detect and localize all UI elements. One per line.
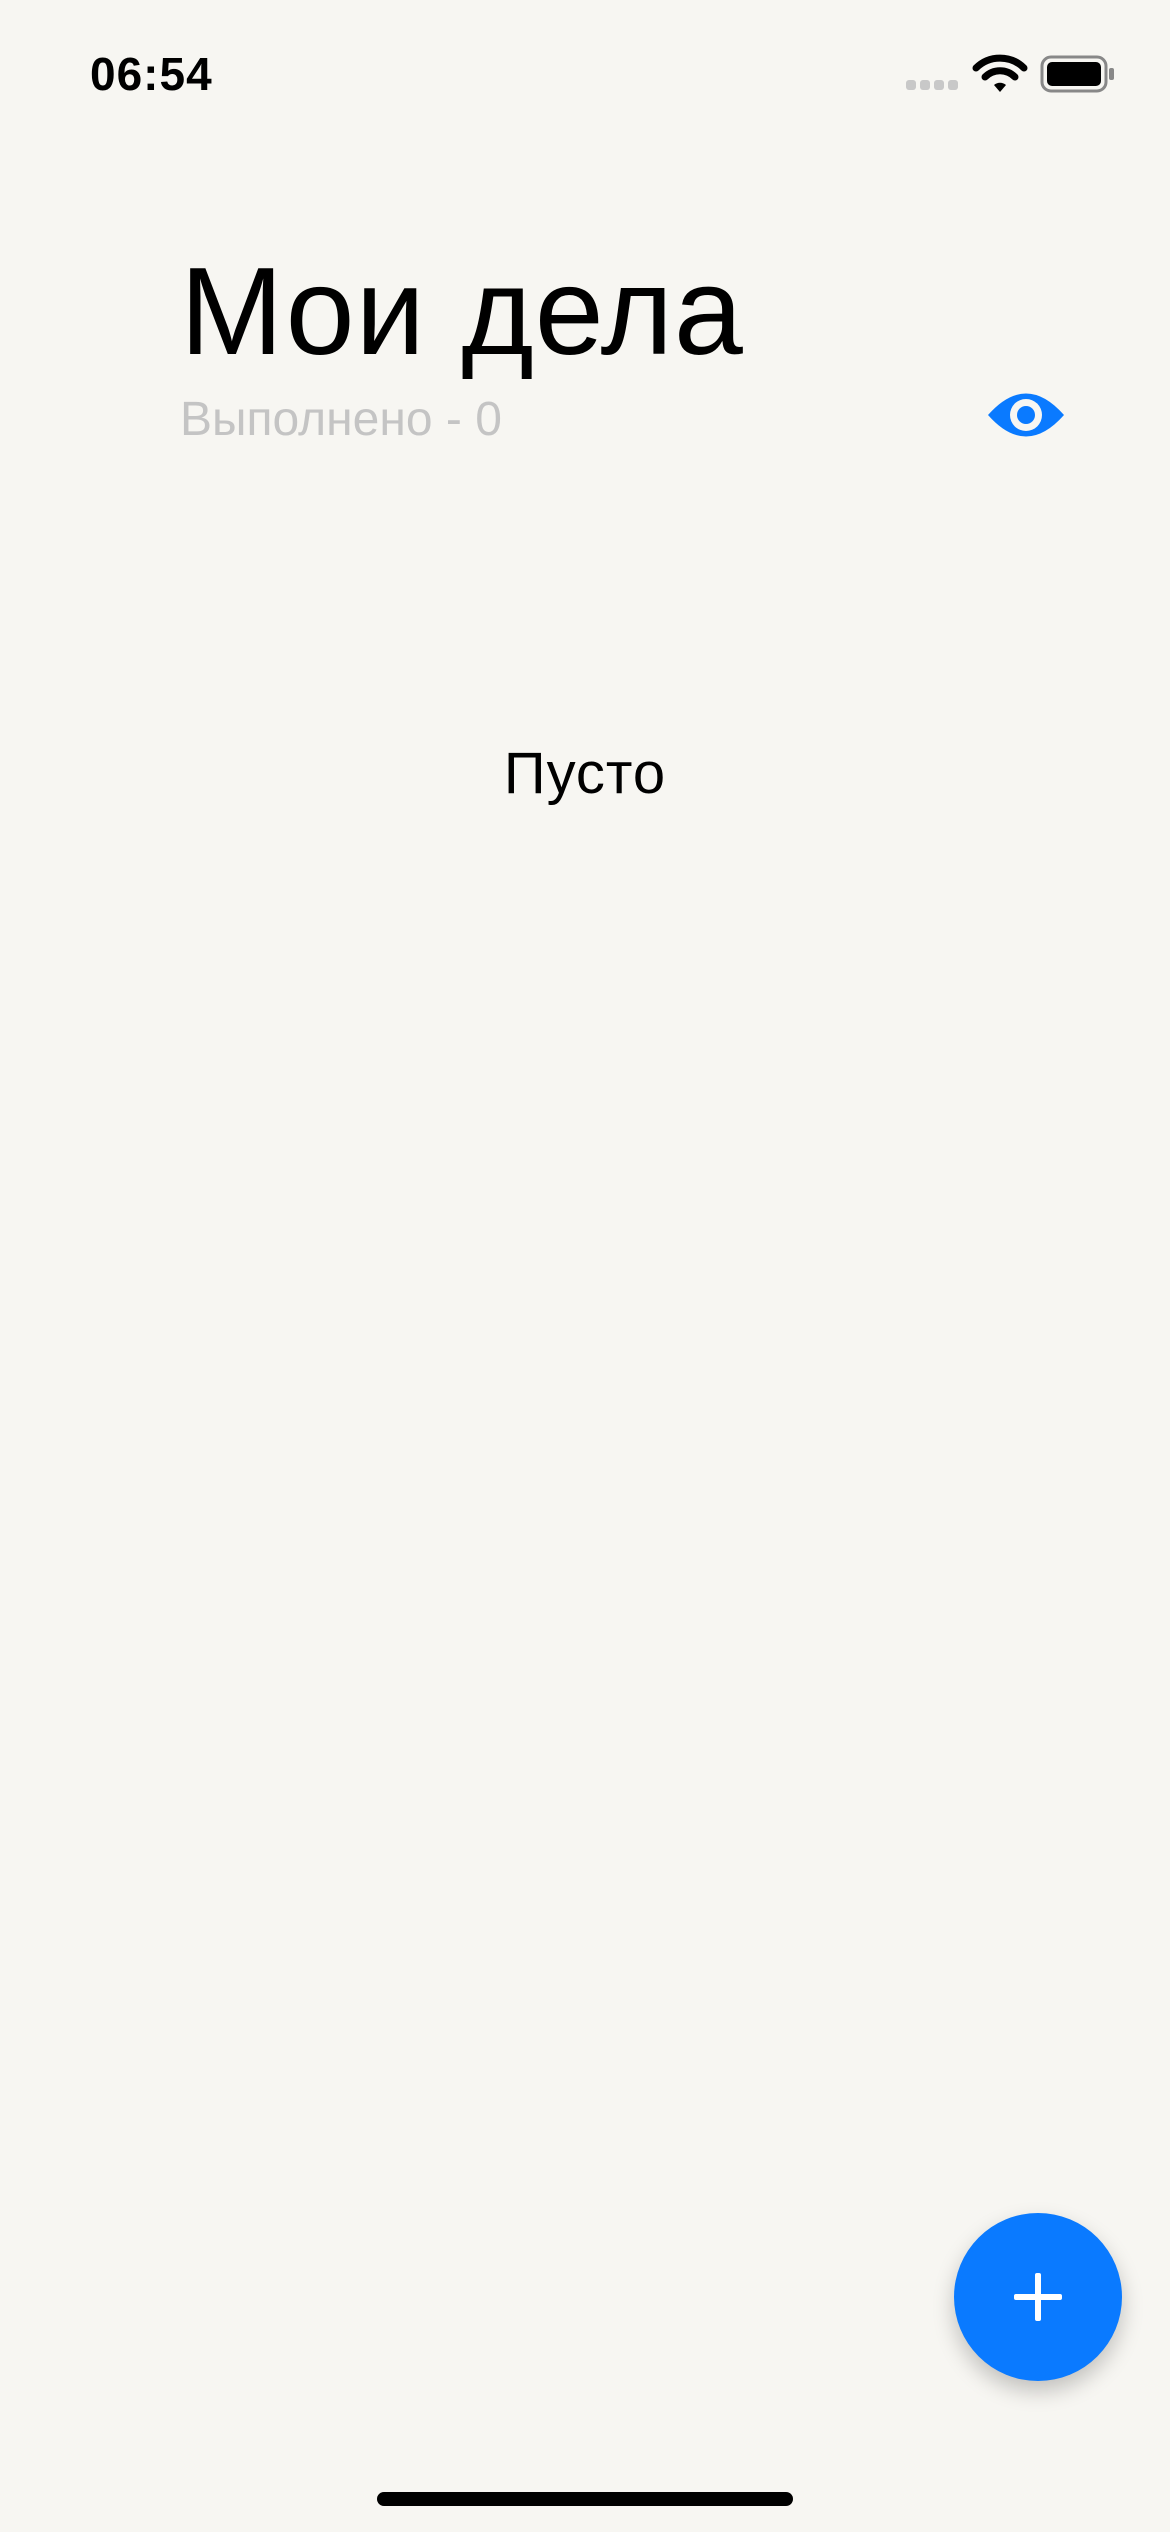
status-bar: 06:54 (0, 0, 1170, 150)
eye-icon[interactable] (986, 384, 1066, 446)
empty-state-text: Пусто (503, 741, 667, 806)
page-title: Мои дела (180, 243, 744, 381)
add-task-button[interactable] (954, 2213, 1122, 2381)
battery-icon (1040, 55, 1114, 93)
wifi-icon (972, 54, 1028, 92)
done-counter: Выполнено - 0 (180, 393, 502, 446)
cellular-signal-icon (906, 80, 958, 90)
home-indicator[interactable] (377, 2492, 793, 2506)
plus-icon (1014, 2273, 1062, 2321)
status-time: 06:54 (90, 48, 213, 100)
